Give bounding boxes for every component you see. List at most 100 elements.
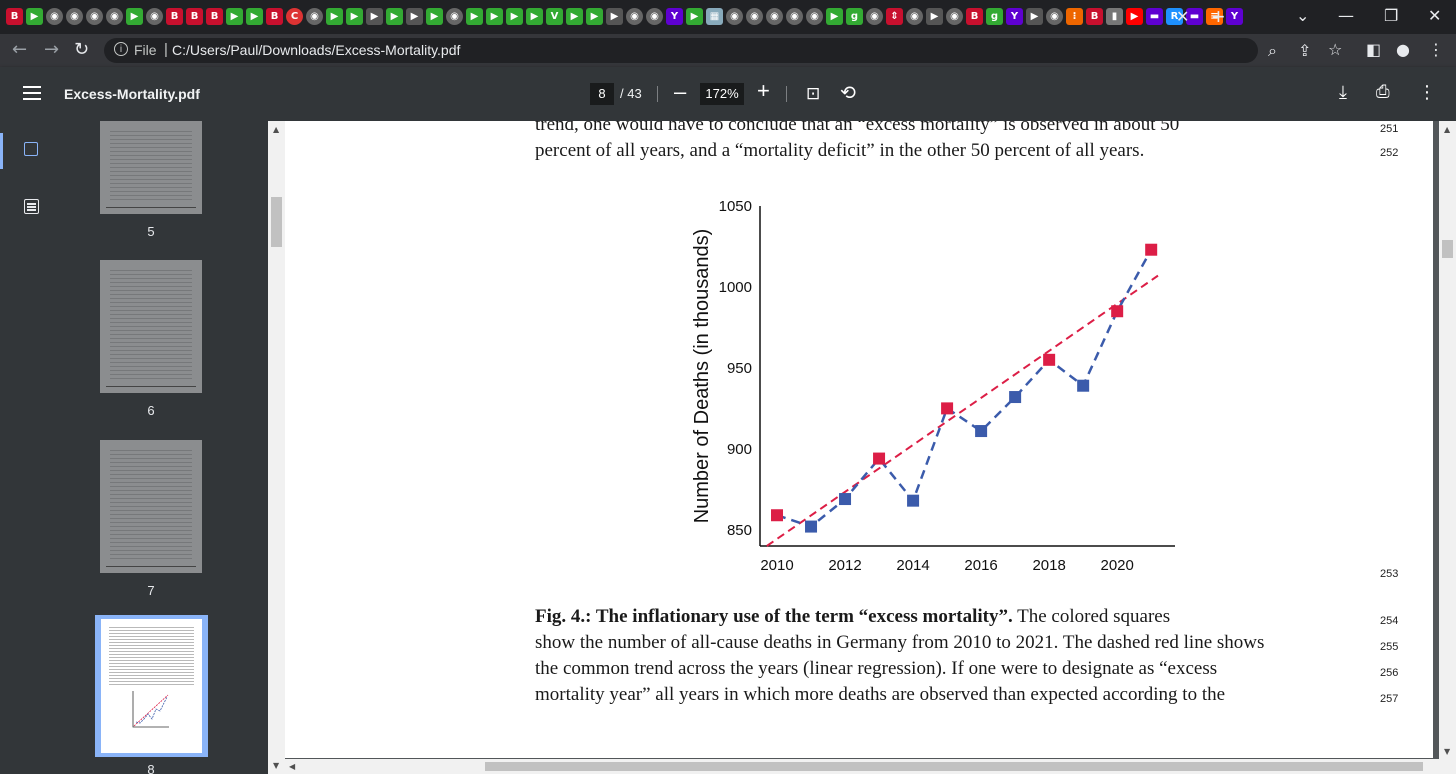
tab-favicon[interactable]: ◉ xyxy=(1046,8,1063,25)
tab-favicon[interactable]: B xyxy=(6,8,23,25)
scrollbar-thumb[interactable] xyxy=(485,762,1423,771)
tab-favicon[interactable]: ◉ xyxy=(46,8,63,25)
page-horizontal-scrollbar[interactable]: ◀ xyxy=(285,759,1456,774)
tab-favicon[interactable]: B xyxy=(966,8,983,25)
tab-favicon[interactable]: B xyxy=(1086,8,1103,25)
tab-favicon[interactable]: ▶ xyxy=(526,8,543,25)
tab-favicon[interactable]: ▶ xyxy=(926,8,943,25)
sidebar-scrollbar[interactable]: ▲ ▼ xyxy=(268,121,285,774)
restore-icon[interactable]: ❐ xyxy=(1384,6,1398,25)
tab-favicon[interactable]: ▶ xyxy=(406,8,423,25)
print-icon[interactable]: ⎙ xyxy=(1376,82,1390,102)
tab-favicon[interactable]: ◉ xyxy=(306,8,323,25)
tab-favicon[interactable]: ▬ xyxy=(1146,8,1163,25)
zoom-in-button[interactable]: + xyxy=(757,78,770,104)
tab-favicon[interactable]: ▶ xyxy=(426,8,443,25)
tab-favicon[interactable]: ◉ xyxy=(626,8,643,25)
url-text[interactable]: C:/Users/Paul/Downloads/Excess-Mortality… xyxy=(172,42,460,58)
tab-favicon[interactable]: ▶ xyxy=(606,8,623,25)
tab-favicon[interactable]: ▶ xyxy=(566,8,583,25)
profile-avatar-icon[interactable]: ● xyxy=(1396,40,1410,59)
fit-to-page-icon[interactable]: ⊡ xyxy=(806,84,820,104)
tab-favicon[interactable]: g xyxy=(986,8,1003,25)
tab-favicon[interactable]: B xyxy=(266,8,283,25)
scrollbar-thumb[interactable] xyxy=(1442,240,1453,258)
tab-favicon[interactable]: ◉ xyxy=(766,8,783,25)
tab-favicon[interactable]: ⇕ xyxy=(886,8,903,25)
tab-favicon[interactable]: ▶ xyxy=(26,8,43,25)
tab-favicon[interactable]: ▶ xyxy=(226,8,243,25)
bookmark-star-icon[interactable]: ☆ xyxy=(1328,40,1342,59)
tab-favicon[interactable]: g xyxy=(846,8,863,25)
tab-favicon[interactable]: ◉ xyxy=(66,8,83,25)
tab-favicon[interactable]: ◉ xyxy=(106,8,123,25)
thumbnail-view-button[interactable] xyxy=(0,131,64,171)
close-window-icon[interactable]: ✕ xyxy=(1428,6,1441,25)
minimize-icon[interactable]: — xyxy=(1338,6,1354,25)
tab-favicon[interactable]: ◉ xyxy=(866,8,883,25)
scroll-up-arrow-icon[interactable]: ▲ xyxy=(273,125,279,134)
tab-favicon[interactable]: ▶ xyxy=(386,8,403,25)
download-icon[interactable]: ⤓ xyxy=(1339,82,1347,103)
tab-favicon[interactable]: ◉ xyxy=(786,8,803,25)
new-tab-button[interactable]: + xyxy=(1212,4,1225,30)
zoom-level-input[interactable]: 172% xyxy=(700,83,744,105)
scrollbar-thumb[interactable] xyxy=(271,197,282,247)
tab-favicon[interactable]: ▶ xyxy=(506,8,523,25)
tab-favicon[interactable]: ▮ xyxy=(1106,8,1123,25)
side-panel-icon[interactable]: ◧ xyxy=(1366,40,1381,59)
back-icon[interactable]: ← xyxy=(12,39,27,60)
tab-favicon[interactable]: ▶ xyxy=(326,8,343,25)
page-vertical-scrollbar[interactable]: ▲ ▼ xyxy=(1439,121,1456,759)
scroll-down-arrow-icon[interactable]: ▼ xyxy=(1444,747,1450,756)
close-tab-icon[interactable]: ✕ xyxy=(1176,7,1189,27)
omnibox[interactable]: i File | C:/Users/Paul/Downloads/Excess-… xyxy=(104,38,1342,63)
page-thumbnail-selected[interactable] xyxy=(95,615,208,757)
tab-favicon[interactable]: ▶ xyxy=(366,8,383,25)
scroll-up-arrow-icon[interactable]: ▲ xyxy=(1444,125,1450,134)
tab-favicon[interactable]: C xyxy=(286,8,303,25)
site-info-icon[interactable]: i xyxy=(114,42,128,56)
tab-favicon[interactable]: ▦ xyxy=(706,8,723,25)
tab-favicon[interactable]: ◉ xyxy=(806,8,823,25)
tab-search-chevron-icon[interactable]: ⌄ xyxy=(1296,6,1309,25)
tab-favicon[interactable]: ▶ xyxy=(1026,8,1043,25)
page-thumbnail[interactable] xyxy=(100,121,202,214)
tab-favicon[interactable]: ◉ xyxy=(646,8,663,25)
tab-favicon[interactable]: ▶ xyxy=(126,8,143,25)
tab-favicon[interactable]: ▶ xyxy=(466,8,483,25)
tab-favicon[interactable]: ◉ xyxy=(726,8,743,25)
page-thumbnail[interactable] xyxy=(100,440,202,573)
tab-favicon[interactable]: ◉ xyxy=(946,8,963,25)
tab-favicon[interactable]: V xyxy=(546,8,563,25)
sidebar-menu-icon[interactable] xyxy=(23,86,41,100)
tab-favicon[interactable]: ⁝ xyxy=(1066,8,1083,25)
scroll-down-arrow-icon[interactable]: ▼ xyxy=(273,761,279,770)
pdf-viewer[interactable]: trend, one would have to conclude that a… xyxy=(268,121,1456,774)
reload-icon[interactable]: ↻ xyxy=(74,39,89,60)
tab-favicon[interactable]: ▶ xyxy=(586,8,603,25)
tab-favicon[interactable]: ◉ xyxy=(446,8,463,25)
zoom-icon[interactable]: ⌕ xyxy=(1268,41,1277,61)
tab-favicon[interactable]: ◉ xyxy=(86,8,103,25)
page-number-input[interactable]: 8 xyxy=(590,83,614,105)
more-actions-icon[interactable]: ⋮ xyxy=(1418,82,1436,103)
tab-favicon[interactable]: B xyxy=(186,8,203,25)
tab-favicon[interactable]: ▶ xyxy=(686,8,703,25)
tab-favicon[interactable]: B xyxy=(206,8,223,25)
tab-favicon[interactable]: ▶ xyxy=(246,8,263,25)
tab-favicon[interactable]: Y xyxy=(1006,8,1023,25)
tab-favicon[interactable]: B xyxy=(166,8,183,25)
browser-menu-icon[interactable]: ⋮ xyxy=(1428,40,1444,59)
tab-favicon[interactable]: ▶ xyxy=(346,8,363,25)
forward-icon[interactable]: → xyxy=(44,39,59,60)
zoom-out-button[interactable]: – xyxy=(674,79,686,105)
tab-favicon[interactable]: Y xyxy=(666,8,683,25)
tab-favicon[interactable]: ◉ xyxy=(746,8,763,25)
outline-view-icon[interactable] xyxy=(24,199,39,214)
tab-favicon[interactable]: ▶ xyxy=(1126,8,1143,25)
tab-favicon[interactable]: ▶ xyxy=(826,8,843,25)
share-icon[interactable]: ⇪ xyxy=(1298,41,1311,60)
scroll-left-arrow-icon[interactable]: ◀ xyxy=(289,762,295,771)
tab-favicon[interactable]: Y xyxy=(1226,8,1243,25)
